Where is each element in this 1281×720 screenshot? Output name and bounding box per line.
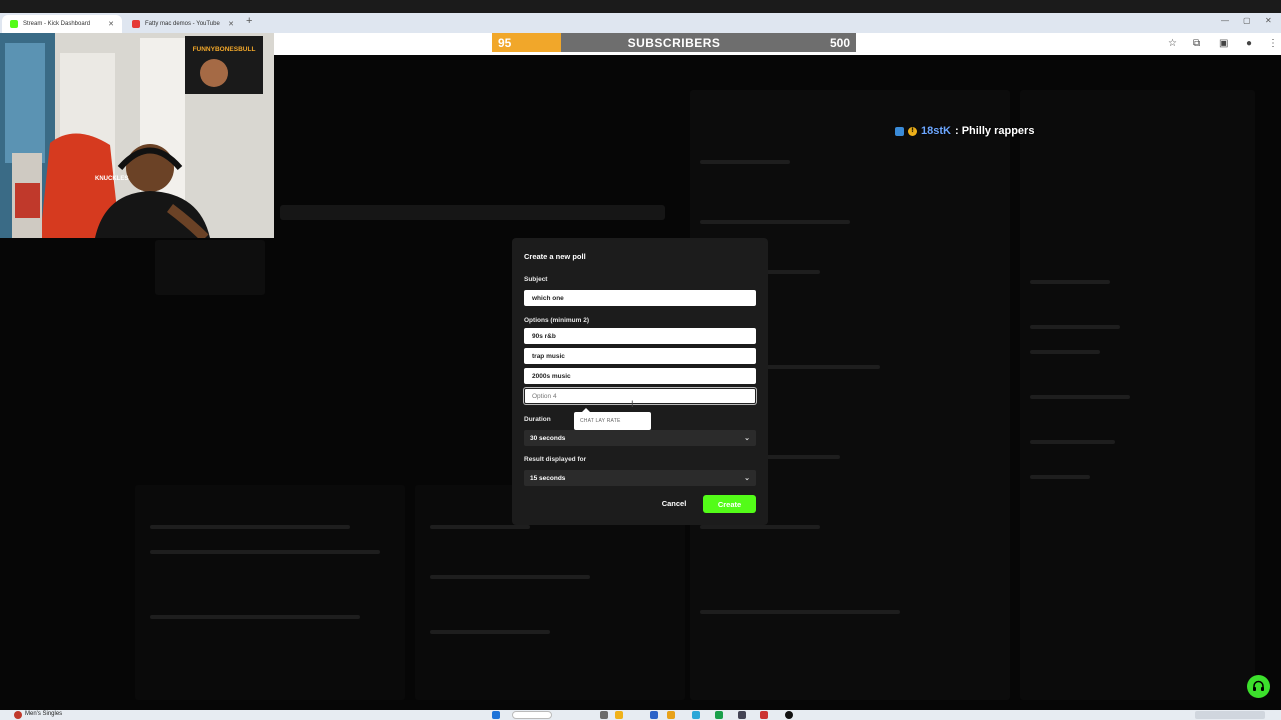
- files-icon[interactable]: [667, 711, 675, 719]
- close-tab-icon[interactable]: ✕: [108, 20, 114, 28]
- duration-value: 30 seconds: [530, 434, 566, 442]
- tab-kick-dashboard[interactable]: Stream - Kick Dashboard ✕: [2, 15, 122, 33]
- webcam-overlay: FUNNYBONESBULL KNUCKLES: [0, 33, 274, 238]
- blur-line: [1030, 440, 1115, 444]
- kick-favicon-icon: [10, 20, 18, 28]
- svg-text:KNUCKLES: KNUCKLES: [95, 176, 128, 182]
- blur-line: [700, 610, 900, 614]
- tab-label: Stream - Kick Dashboard: [23, 21, 91, 27]
- result-duration-value: 15 seconds: [530, 474, 566, 482]
- subscriber-goal-target: 500: [829, 36, 850, 50]
- minimize-icon[interactable]: —: [1221, 16, 1229, 25]
- blur-line: [150, 550, 380, 554]
- blur-line: [1030, 475, 1090, 479]
- preview-thumb: [155, 240, 265, 295]
- blur-line: [430, 630, 550, 634]
- subject-input[interactable]: which one: [524, 290, 756, 306]
- badge-gold-icon: !: [908, 126, 917, 136]
- bookmark-star-icon[interactable]: ☆: [1168, 38, 1177, 49]
- create-button[interactable]: Create: [703, 495, 756, 513]
- chat-overlay-message: ! 18stK : Philly rappers: [895, 125, 1034, 137]
- sidepanel-icon[interactable]: ▣: [1219, 38, 1228, 49]
- chat-message-text: : Philly rappers: [954, 125, 1035, 137]
- autocomplete-tooltip: CHAT LAY RATE: [574, 408, 651, 430]
- subscriber-goal-bar: 95 SUBSCRIBERS 500: [492, 33, 856, 52]
- os-taskbar: Men's Singles: [0, 710, 1281, 720]
- option-4-input[interactable]: Option 4: [524, 388, 756, 404]
- app-icon[interactable]: [692, 711, 700, 719]
- maximize-icon[interactable]: ▢: [1243, 16, 1251, 25]
- menu-kebab-icon[interactable]: ⋮: [1268, 38, 1278, 49]
- blur-line: [1030, 280, 1110, 284]
- blur-line: [700, 160, 790, 164]
- tab-youtube[interactable]: Fatty mac demos - YouTube ✕: [124, 15, 242, 33]
- close-window-icon[interactable]: ✕: [1265, 16, 1272, 25]
- app-icon[interactable]: [738, 711, 746, 719]
- text-cursor-icon: I: [631, 399, 634, 409]
- search-box[interactable]: [512, 711, 552, 719]
- subject-label: Subject: [524, 276, 548, 283]
- option-2-input[interactable]: trap music: [524, 348, 756, 364]
- edge-icon[interactable]: [650, 711, 658, 719]
- duration-select[interactable]: 30 seconds ⌄: [524, 430, 756, 446]
- result-label: Result displayed for: [524, 456, 587, 463]
- system-tray[interactable]: [1195, 711, 1265, 719]
- chat-username: 18stK: [921, 125, 951, 137]
- headset-icon: [1253, 680, 1264, 691]
- music-app-icon[interactable]: [14, 711, 22, 719]
- subscriber-goal-label: SUBSCRIBERS: [627, 36, 721, 50]
- stream-bar: [280, 205, 665, 220]
- chevron-down-icon: ⌄: [744, 475, 750, 482]
- blur-line: [150, 615, 360, 619]
- chrome-icon[interactable]: [715, 711, 723, 719]
- svg-text:FUNNYBONESBULL: FUNNYBONESBULL: [193, 46, 256, 53]
- blur-line: [700, 220, 850, 224]
- options-label: Options (minimum 2): [524, 317, 589, 324]
- app-icon[interactable]: [760, 711, 768, 719]
- webcam-image: FUNNYBONESBULL KNUCKLES: [0, 33, 274, 238]
- result-duration-select[interactable]: 15 seconds ⌄: [524, 470, 756, 486]
- profile-avatar-icon[interactable]: ●: [1246, 38, 1252, 49]
- cancel-button[interactable]: Cancel: [657, 495, 691, 512]
- taskview-icon[interactable]: [600, 711, 608, 719]
- activity-panel: [135, 485, 405, 700]
- badge-blue-icon: [895, 126, 904, 136]
- modal-title: Create a new poll: [524, 252, 586, 261]
- blur-line: [150, 525, 350, 529]
- blur-line: [1030, 350, 1100, 354]
- close-tab-icon[interactable]: ✕: [228, 20, 234, 28]
- chevron-down-icon: ⌄: [744, 435, 750, 442]
- duration-label: Duration: [524, 416, 551, 423]
- now-playing-text: Men's Singles: [25, 711, 63, 717]
- blur-line: [430, 575, 590, 579]
- start-icon[interactable]: [492, 711, 500, 719]
- blur-line: [1030, 325, 1120, 329]
- window-top-strip: [0, 0, 1281, 13]
- option-3-input[interactable]: 2000s music: [524, 368, 756, 384]
- explorer-icon[interactable]: [615, 711, 623, 719]
- blur-line: [1030, 395, 1130, 399]
- tab-label: Fatty mac demos - YouTube: [145, 21, 220, 27]
- browser-tab-bar: Stream - Kick Dashboard ✕ Fatty mac demo…: [0, 13, 1281, 33]
- youtube-favicon-icon: [132, 20, 140, 28]
- blur-line: [700, 525, 820, 529]
- new-tab-button[interactable]: +: [246, 15, 252, 27]
- extensions-icon[interactable]: ⧉: [1193, 38, 1200, 49]
- create-poll-modal: Create a new poll Subject which one Opti…: [512, 238, 768, 525]
- support-chat-button[interactable]: [1247, 675, 1270, 698]
- blur-line: [430, 525, 530, 529]
- option-1-input[interactable]: 90s r&b: [524, 328, 756, 344]
- obs-icon[interactable]: [785, 711, 793, 719]
